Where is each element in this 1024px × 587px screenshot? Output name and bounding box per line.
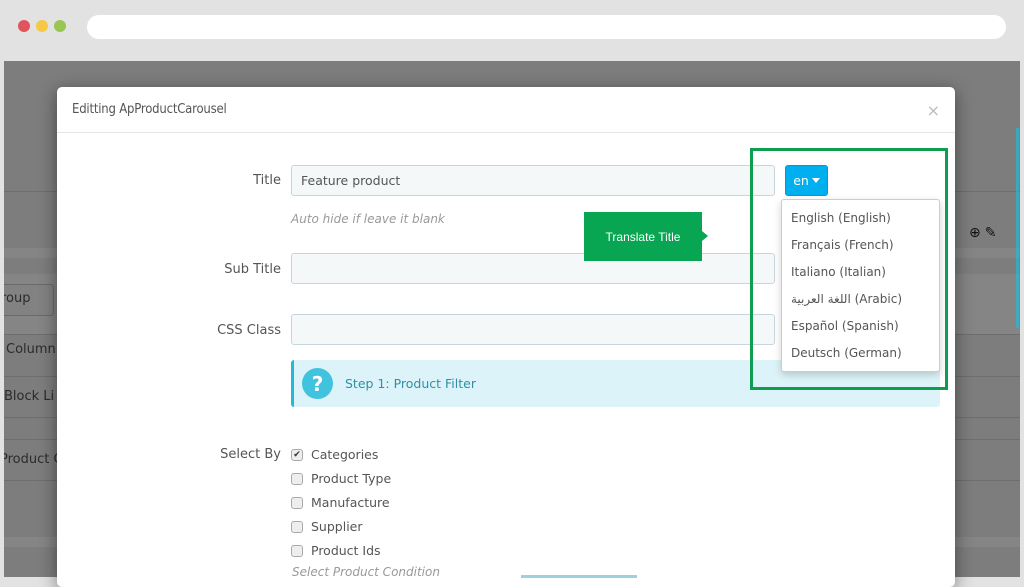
language-dropdown-menu: English (English) Français (French) Ital…	[781, 199, 940, 372]
subtitle-input[interactable]	[291, 253, 775, 284]
close-modal-button[interactable]: ×	[927, 101, 940, 120]
modal-header: Editting ApProductCarousel ×	[57, 87, 955, 133]
categories-checkbox[interactable]: ✔	[291, 448, 303, 461]
bg-text-group: roup	[4, 291, 31, 306]
language-option-french[interactable]: Français (French)	[782, 232, 939, 259]
option-label: Product Ids	[311, 543, 381, 558]
language-option-german[interactable]: Deutsch (German)	[782, 340, 939, 367]
css-class-label: CSS Class	[217, 323, 281, 338]
edit-modal: Editting ApProductCarousel × Title Featu…	[57, 87, 955, 587]
select-by-option-product-type[interactable]: Product Type	[291, 471, 391, 486]
plus-circle-icon: ⊕	[969, 225, 981, 241]
bg-accent-bar	[1016, 128, 1019, 328]
traffic-lights	[18, 20, 66, 32]
minimize-window-icon[interactable]	[36, 20, 48, 32]
language-dropdown-button[interactable]: en	[785, 165, 828, 196]
language-selected: en	[793, 173, 809, 188]
product-condition-label: Select Product Condition	[292, 565, 440, 579]
subtitle-label: Sub Title	[224, 262, 281, 277]
bg-text-product: Product C	[4, 452, 63, 467]
address-bar[interactable]	[87, 15, 1006, 39]
product-type-checkbox[interactable]	[291, 472, 303, 485]
pencil-icon: ✎	[984, 225, 997, 241]
option-label: Categories	[311, 447, 379, 462]
title-input[interactable]: Feature product	[291, 165, 775, 196]
option-label: Product Type	[311, 471, 392, 486]
alert-text: Step 1: Product Filter	[345, 376, 476, 391]
manufacture-checkbox[interactable]	[291, 496, 303, 509]
caret-down-icon	[811, 178, 820, 183]
language-option-arabic[interactable]: اللغة العربية (Arabic)	[782, 286, 939, 313]
select-by-option-supplier[interactable]: Supplier	[291, 519, 363, 534]
supplier-checkbox[interactable]	[291, 520, 303, 533]
maximize-window-icon[interactable]	[54, 20, 66, 32]
bg-text-block: Block Li	[4, 389, 55, 404]
select-by-option-product-ids[interactable]: Product Ids	[291, 543, 381, 558]
browser-window: roup Column Block Li Product C ⊕ ✎ Editt…	[0, 0, 1024, 587]
language-option-english[interactable]: English (English)	[782, 205, 939, 232]
select-by-option-manufacture[interactable]: Manufacture	[291, 495, 390, 510]
option-label: Supplier	[311, 519, 363, 534]
partial-tab-indicator	[521, 575, 637, 578]
bg-action-icons: ⊕ ✎	[969, 225, 996, 241]
tooltip-text: Translate Title	[605, 229, 681, 244]
title-help-text: Auto hide if leave it blank	[291, 212, 445, 226]
language-option-spanish[interactable]: Español (Spanish)	[782, 313, 939, 340]
question-circle-icon: ?	[302, 368, 333, 399]
translate-title-tooltip: Translate Title	[584, 212, 708, 261]
select-by-option-categories[interactable]: ✔ Categories	[291, 447, 378, 462]
title-label: Title	[253, 173, 281, 188]
title-input-value: Feature product	[301, 173, 401, 188]
product-ids-checkbox[interactable]	[291, 544, 303, 557]
bg-text-column: Column	[6, 342, 56, 357]
language-option-italian[interactable]: Italiano (Italian)	[782, 259, 939, 286]
modal-title: Editting ApProductCarousel	[72, 102, 227, 117]
select-by-label: Select By	[220, 447, 281, 462]
close-window-icon[interactable]	[18, 20, 30, 32]
option-label: Manufacture	[311, 495, 390, 510]
css-class-input[interactable]	[291, 314, 775, 345]
